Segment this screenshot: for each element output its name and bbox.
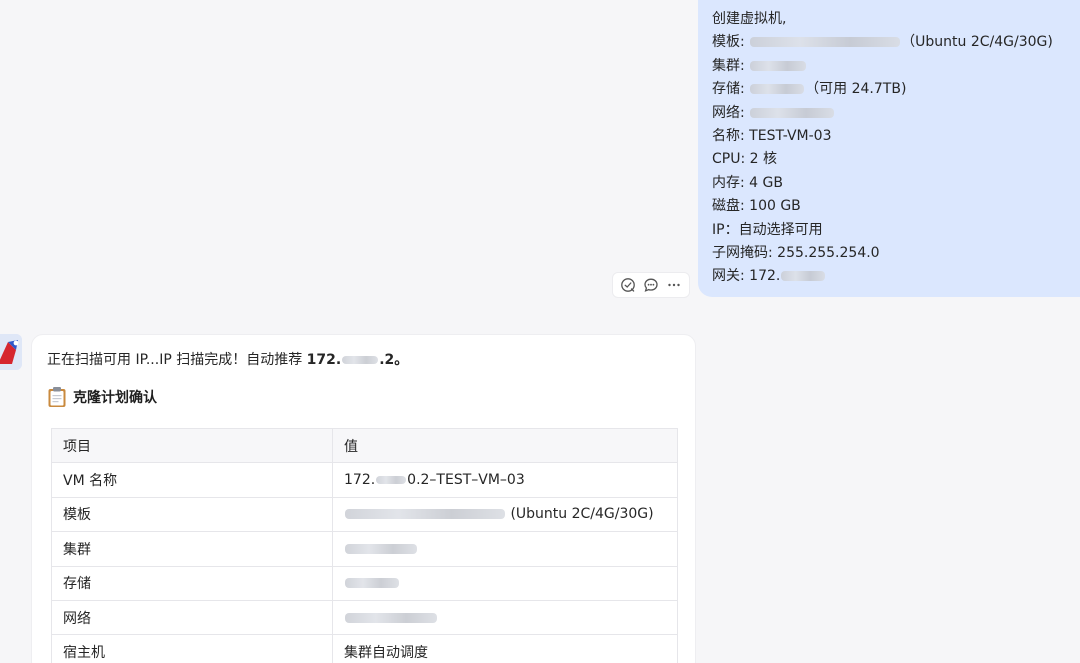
value-text: 0.2–TEST–VM–03	[407, 472, 525, 489]
table-row: VM 名称 172. 0.2–TEST–VM–03	[51, 462, 678, 498]
redacted-template-name	[345, 509, 505, 520]
message-text: CPU: 2 核	[712, 151, 777, 168]
redacted-ip-segment	[342, 356, 379, 364]
message-action-bar	[612, 272, 690, 298]
rewrite-icon[interactable]	[619, 276, 637, 294]
message-text: 创建虚拟机,	[712, 11, 787, 27]
column-header-item: 项目	[51, 427, 333, 464]
redacted-storage-name	[345, 578, 399, 589]
message-text: 磁盘: 100 GB	[712, 198, 801, 215]
user-message-line: 子网掩码: 255.255.254.0	[712, 242, 1066, 265]
table-row: 存储	[51, 565, 678, 601]
column-header-value: 值	[332, 427, 678, 464]
recommended-ip-start: 172.	[306, 352, 342, 368]
row-value: 集群自动调度	[332, 634, 678, 663]
clipboard-icon	[48, 387, 66, 407]
table-row: 模板 (Ubuntu 2C/4G/30G)	[51, 496, 678, 533]
table-row: 宿主机 集群自动调度	[51, 634, 678, 663]
message-text: （可用 24.7TB)	[805, 81, 907, 98]
row-key: 宿主机	[51, 634, 333, 663]
row-key: 网络	[51, 599, 333, 636]
row-value: 172. 0.2–TEST–VM–03	[332, 462, 678, 498]
user-message-line: 网关: 172.	[712, 265, 1066, 288]
user-message-line: 模板: （Ubuntu 2C/4G/30G)	[712, 31, 1066, 54]
user-message-line: 集群:	[712, 55, 1066, 78]
row-value	[332, 531, 678, 567]
message-text: 网关: 172.	[712, 268, 781, 285]
message-text: 集群:	[712, 57, 750, 74]
table-header-row: 项目 值	[51, 427, 678, 464]
redacted-gateway	[781, 271, 826, 282]
assistant-avatar	[0, 334, 22, 370]
row-value: (Ubuntu 2C/4G/30G)	[332, 496, 678, 533]
row-key: 模板	[51, 496, 333, 533]
row-key: 集群	[51, 531, 333, 567]
user-message-line: 名称: TEST-VM-03	[712, 125, 1066, 148]
comment-icon[interactable]	[642, 276, 660, 294]
message-text: 名称: TEST-VM-03	[712, 128, 832, 145]
assistant-message-card: 正在扫描可用 IP...IP 扫描完成！自动推荐 172. .2。 克隆计划确认 …	[31, 334, 696, 663]
redacted-ip-segment	[376, 476, 407, 485]
message-text: 子网掩码: 255.255.254.0	[712, 245, 880, 262]
message-text: 内存: 4 GB	[712, 174, 783, 191]
redacted-template-name	[750, 37, 901, 48]
value-text: 172.	[344, 472, 376, 489]
redacted-cluster-name	[345, 543, 417, 554]
more-icon[interactable]	[665, 276, 683, 294]
message-text: （Ubuntu 2C/4G/30G)	[901, 34, 1053, 51]
plan-title: 克隆计划确认	[73, 390, 157, 406]
recommended-ip-end: .2。	[379, 352, 409, 368]
user-message-line: 网络:	[712, 102, 1066, 125]
clone-plan-table: 项目 值 VM 名称 172. 0.2–TEST–VM–03 模板 (Ubuntu…	[51, 427, 678, 663]
row-value	[332, 599, 678, 636]
value-text: (Ubuntu 2C/4G/30G)	[506, 506, 654, 523]
message-text: IP：自动选择可用	[712, 221, 823, 238]
user-message-line: 创建虚拟机,	[712, 8, 1066, 31]
user-message-line: 内存: 4 GB	[712, 172, 1066, 195]
status-text: 正在扫描可用 IP...IP 扫描完成！自动推荐	[47, 352, 307, 368]
clone-plan-heading: 克隆计划确认	[47, 386, 157, 408]
row-key: VM 名称	[51, 462, 333, 498]
message-text: 存储:	[712, 81, 750, 98]
user-message-line: CPU: 2 核	[712, 148, 1066, 171]
message-text: 网络:	[712, 104, 750, 121]
message-text: 模板:	[712, 34, 750, 51]
redacted-cluster-name	[750, 60, 807, 71]
ip-scan-status: 正在扫描可用 IP...IP 扫描完成！自动推荐 172. .2。	[47, 349, 408, 369]
row-key: 存储	[51, 565, 333, 601]
user-message-bubble: 创建虚拟机, 模板: （Ubuntu 2C/4G/30G) 集群: 存储: （可…	[698, 0, 1080, 297]
redacted-network-name	[345, 612, 437, 623]
user-message-line: IP：自动选择可用	[712, 219, 1066, 242]
table-row: 集群	[51, 531, 678, 567]
redacted-network-name	[750, 107, 835, 118]
user-message-line: 磁盘: 100 GB	[712, 195, 1066, 218]
redacted-storage-name	[750, 84, 805, 95]
table-row: 网络	[51, 599, 678, 636]
assistant-logo-icon	[0, 334, 22, 370]
user-message-line: 存储: （可用 24.7TB)	[712, 78, 1066, 101]
row-value	[332, 565, 678, 601]
